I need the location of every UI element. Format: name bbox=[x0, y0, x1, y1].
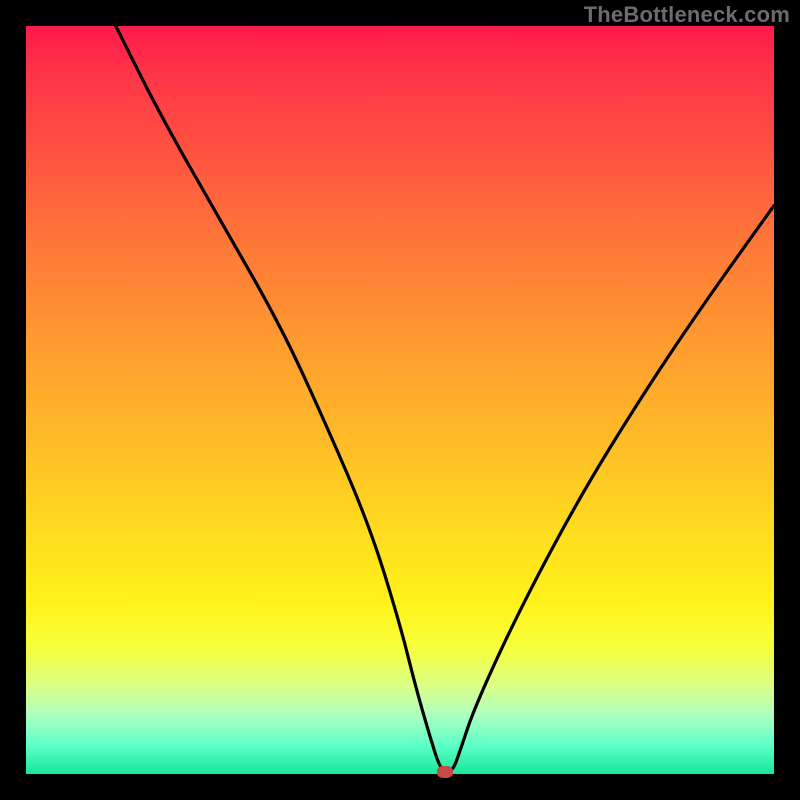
curve-svg bbox=[26, 26, 774, 774]
minimum-marker bbox=[437, 766, 453, 778]
chart-frame: TheBottleneck.com bbox=[0, 0, 800, 800]
bottleneck-curve-path bbox=[116, 26, 774, 772]
watermark-text: TheBottleneck.com bbox=[584, 2, 790, 28]
plot-area bbox=[26, 26, 774, 774]
